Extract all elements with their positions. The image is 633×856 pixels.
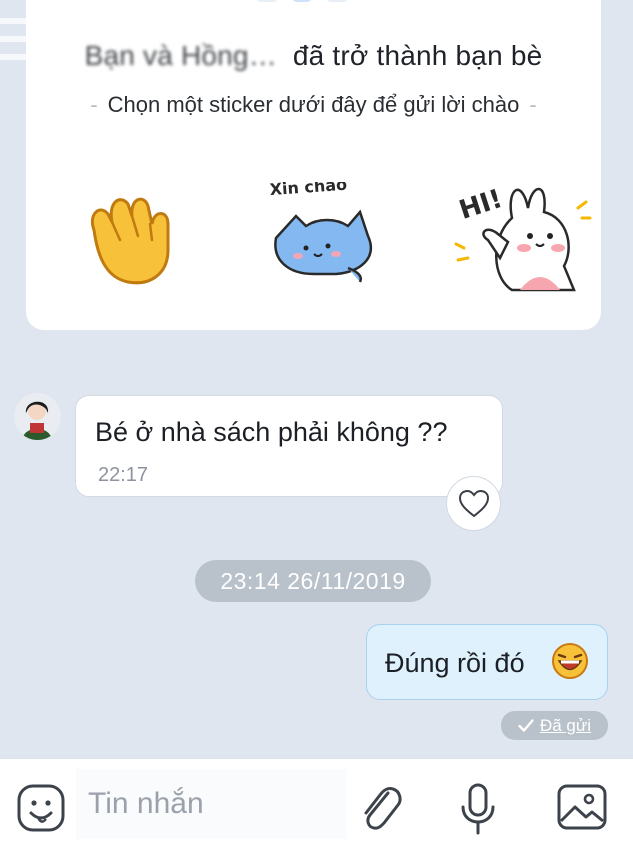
incoming-message-time: 22:17 xyxy=(98,464,149,486)
paperclip-icon xyxy=(364,787,402,830)
waving-hand-icon xyxy=(91,197,170,285)
cat-xin-chao-icon: Xin chào xyxy=(269,182,373,283)
bunny-hi-icon: HI! xyxy=(454,184,592,292)
heart-icon xyxy=(458,489,489,517)
cat-xin-chao-sticker[interactable]: Xin chào xyxy=(244,182,394,286)
image-icon xyxy=(557,784,607,830)
sticker-caption-hi: HI! xyxy=(456,184,506,226)
outgoing-message-text: Đúng rồi đó xyxy=(385,648,525,678)
incoming-message-text: Bé ở nhà sách phải không ?? xyxy=(95,417,448,447)
smiley-sticker-icon xyxy=(17,784,65,832)
attach-button[interactable] xyxy=(358,783,404,838)
bunny-hi-sticker[interactable]: HI! xyxy=(428,178,603,296)
friend-name: Bạn và Hồng… xyxy=(84,40,277,71)
react-heart-button[interactable] xyxy=(446,476,501,531)
waving-hand-sticker[interactable] xyxy=(54,190,194,286)
incoming-message-bubble[interactable]: Bé ở nhà sách phải không ?? 22:17 xyxy=(75,395,503,497)
sent-status-label: Đã gửi xyxy=(539,716,592,735)
microphone-icon xyxy=(461,783,495,835)
check-icon xyxy=(518,719,534,732)
sticker-hint: Chọn một sticker dưới đây để gửi lời chà… xyxy=(26,92,601,118)
friend-card-title: Bạn và Hồng… đã trở thành bạn bè xyxy=(26,40,601,72)
sent-status-badge: Đã gửi xyxy=(501,711,608,740)
card-avatars-strip xyxy=(256,0,348,2)
message-input-bar xyxy=(0,758,633,856)
laughing-emoji-icon xyxy=(551,642,589,685)
sender-avatar[interactable] xyxy=(14,393,61,440)
date-separator: 23:14 26/11/2019 xyxy=(195,560,431,602)
voice-record-button[interactable] xyxy=(458,783,498,840)
sticker-caption-xin-chao: Xin chào xyxy=(269,182,348,199)
message-input[interactable] xyxy=(76,769,346,839)
outgoing-message-bubble[interactable]: Đúng rồi đó xyxy=(366,624,608,700)
sticker-button[interactable] xyxy=(16,783,66,838)
send-image-button[interactable] xyxy=(556,783,608,836)
became-friends-text: đã trở thành bạn bè xyxy=(292,40,543,71)
